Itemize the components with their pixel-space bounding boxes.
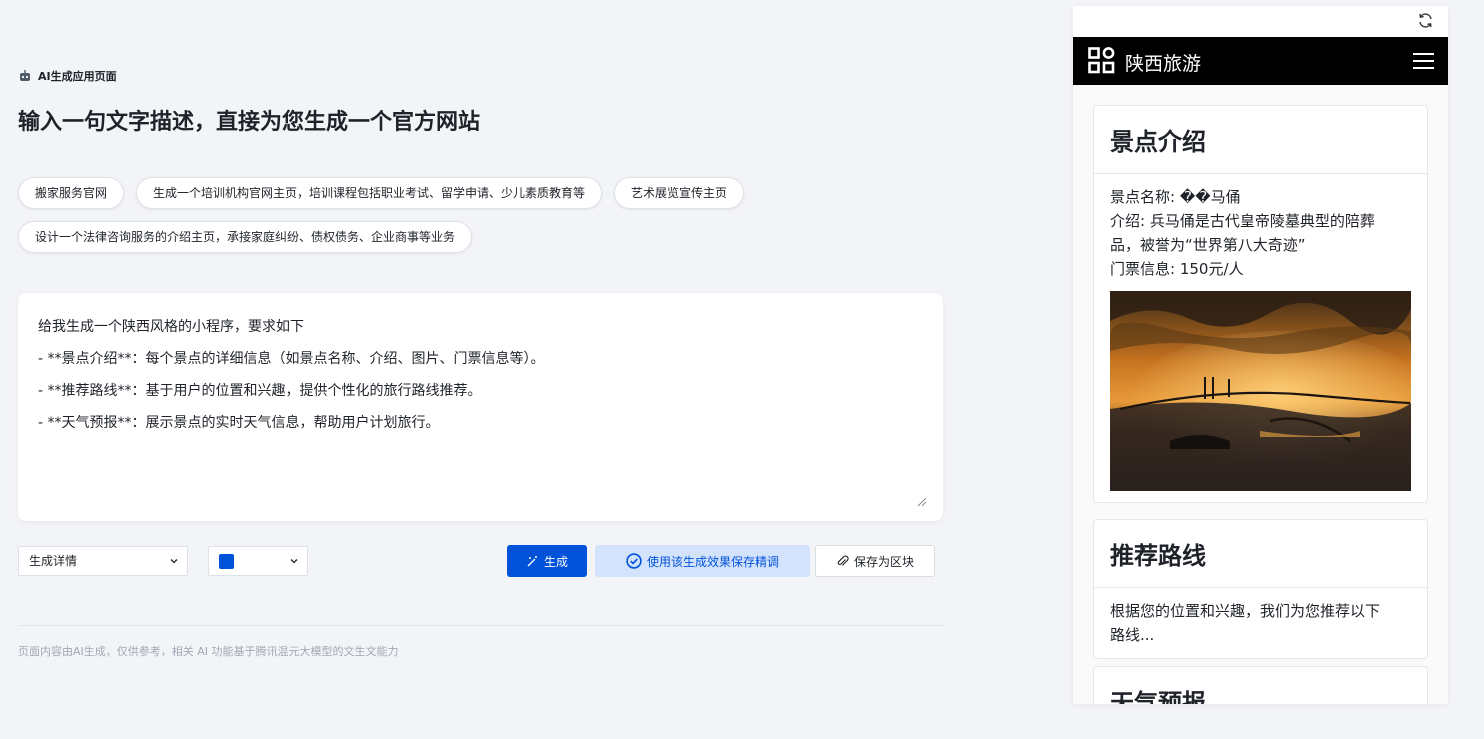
sunset-bridge-image xyxy=(1110,291,1411,491)
mode-select[interactable]: 生成详情 xyxy=(18,546,188,576)
card-body: 景点名称: ��马俑 介绍: 兵马俑是古代皇帝陵墓典型的陪葬 品，被誉为“世界第… xyxy=(1094,174,1427,502)
check-circle-icon xyxy=(626,553,642,569)
card-attractions: 景点介绍 景点名称: ��马俑 介绍: 兵马俑是古代皇帝陵墓典型的陪葬 品，被誉… xyxy=(1093,105,1428,503)
card-text: 门票信息: 150元/人 xyxy=(1110,260,1244,278)
card-text: 品，被誉为“世界第八大奇迹” xyxy=(1110,236,1306,254)
card-text: 景点名称: ��马俑 xyxy=(1110,188,1241,206)
suggestion-chip[interactable]: 搬家服务官网 xyxy=(18,177,125,209)
grid-logo-icon xyxy=(1088,47,1115,74)
card-body: 根据您的位置和兴趣，我们为您推荐以下 路线... xyxy=(1094,588,1427,658)
divider xyxy=(18,625,944,626)
prompt-line: - **景点介绍**：每个景点的详细信息（如景点名称、介绍、图片、门票信息等）。 xyxy=(38,351,545,367)
chip-row: 搬家服务官网 生成一个培训机构官网主页，培训课程包括职业考试、留学申请、少儿素质… xyxy=(18,177,944,209)
chevron-down-icon xyxy=(170,559,178,564)
color-select[interactable] xyxy=(208,546,308,576)
card-title: 景点介绍 xyxy=(1094,106,1427,174)
suggestion-chip[interactable]: 生成一个培训机构官网主页，培训课程包括职业考试、留学申请、少儿素质教育等 xyxy=(136,177,603,209)
save-block-label: 保存为区块 xyxy=(853,554,914,569)
eyebrow-label: AI生成应用页面 xyxy=(38,70,117,83)
card-text: 路线... xyxy=(1110,626,1155,644)
preview-content: 景点介绍 景点名称: ��马俑 介绍: 兵马俑是古代皇帝陵墓典型的陪葬 品，被誉… xyxy=(1073,85,1448,704)
suggestion-chip[interactable]: 设计一个法律咨询服务的介绍主页，承接家庭纠纷、债权债务、企业商事等业务 xyxy=(18,221,473,253)
paperclip-icon xyxy=(837,555,849,566)
card-text: 根据您的位置和兴趣，我们为您推荐以下 xyxy=(1110,602,1381,620)
card-weather: 天气预报 xyxy=(1093,666,1428,704)
chevron-down-icon xyxy=(290,559,298,564)
prompt-line: - **天气预报**：展示景点的实时天气信息，帮助用户计划旅行。 xyxy=(38,415,440,431)
card-routes: 推荐路线 根据您的位置和兴趣，我们为您推荐以下 路线... xyxy=(1093,519,1428,659)
preview-navbar: 陕西旅游 xyxy=(1073,37,1448,85)
card-title: 天气预报 xyxy=(1094,667,1427,704)
robot-icon xyxy=(20,70,30,81)
color-swatch xyxy=(219,554,234,569)
attraction-image xyxy=(1110,291,1411,491)
suggestion-chips: 搬家服务官网 生成一个培训机构官网主页，培训课程包括职业考试、留学申请、少儿素质… xyxy=(18,177,944,265)
action-bar: 生成详情 生成 使用该生成效果保存精调 保存为区块 xyxy=(18,545,944,577)
generate-label: 生成 xyxy=(543,554,568,569)
generate-button[interactable]: 生成 xyxy=(507,545,587,577)
prompt-textarea[interactable]: 给我生成一个陕西风格的小程序，要求如下 - **景点介绍**：每个景点的详细信息… xyxy=(18,293,943,521)
card-text: 介绍: 兵马俑是古代皇帝陵墓典型的陪葬 xyxy=(1110,212,1375,230)
magic-wand-icon xyxy=(527,555,537,566)
disclaimer: 页面内容由AI生成，仅供参考，相关 AI 功能基于腾讯混元大模型的文生文能力 xyxy=(18,645,399,658)
prompt-line: - **推荐路线**：基于用户的位置和兴趣，提供个性化的旅行路线推荐。 xyxy=(38,383,482,399)
save-block-button[interactable]: 保存为区块 xyxy=(815,545,935,577)
save-tune-button[interactable]: 使用该生成效果保存精调 xyxy=(595,545,810,577)
resize-handle-icon[interactable] xyxy=(917,497,927,507)
preview-toolbar xyxy=(1073,6,1448,37)
hamburger-menu-icon[interactable] xyxy=(1413,52,1434,70)
save-tune-label: 使用该生成效果保存精调 xyxy=(646,554,779,569)
mobile-preview[interactable]: 陕西旅游 景点介绍 景点名称: ��马俑 介绍: 兵马俑是古代皇帝陵墓典型的陪葬… xyxy=(1073,6,1448,704)
suggestion-chip[interactable]: 艺术展览宣传主页 xyxy=(614,177,745,209)
chip-row: 设计一个法律咨询服务的介绍主页，承接家庭纠纷、债权债务、企业商事等业务 xyxy=(18,221,944,253)
preview-app-title: 陕西旅游 xyxy=(1125,53,1202,75)
page-title: 输入一句文字描述，直接为您生成一个官方网站 xyxy=(18,110,481,135)
mode-select-value: 生成详情 xyxy=(29,554,78,568)
card-title: 推荐路线 xyxy=(1094,520,1427,588)
prompt-line: 给我生成一个陕西风格的小程序，要求如下 xyxy=(38,319,304,335)
refresh-icon[interactable] xyxy=(1417,12,1434,29)
page-eyebrow: AI生成应用页面 xyxy=(18,68,117,84)
